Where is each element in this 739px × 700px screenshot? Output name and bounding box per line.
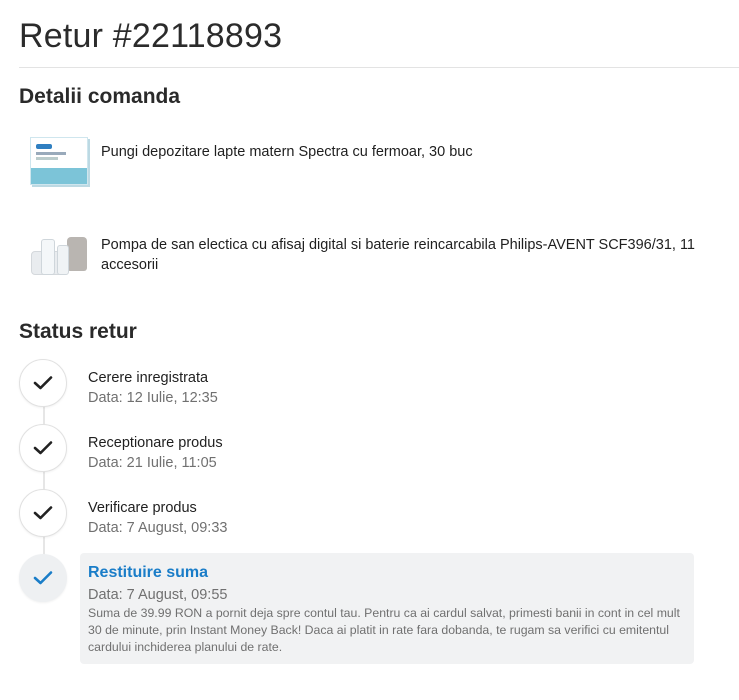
status-step: Cerere inregistrata Data: 12 Iulie, 12:3… [88, 368, 218, 408]
status-step: Verificare produs Data: 7 August, 09:33 [88, 498, 227, 538]
product-name[interactable]: Pompa de san electica cu afisaj digital … [101, 231, 711, 275]
status-step: Receptionare produs Data: 21 Iulie, 11:0… [88, 433, 223, 473]
step-date: Data: 7 August, 09:33 [88, 520, 228, 536]
return-status-heading: Status retur [19, 320, 137, 343]
check-icon [19, 359, 67, 407]
product-item[interactable]: Pompa de san electica cu afisaj digital … [19, 231, 719, 287]
spectra-box-image[interactable] [19, 133, 89, 189]
step-label: Receptionare produs [88, 435, 223, 451]
check-icon [19, 489, 67, 537]
step-label: Cerere inregistrata [88, 370, 209, 386]
breast-pump-image[interactable] [19, 231, 89, 287]
step-label: Verificare produs [88, 500, 197, 516]
page-title: Retur #22118893 [19, 17, 283, 55]
step-date: Data: 12 Iulie, 12:35 [88, 390, 218, 406]
check-icon [19, 424, 67, 472]
order-details-heading: Detalii comanda [19, 85, 181, 108]
product-name[interactable]: Pungi depozitare lapte matern Spectra cu… [101, 133, 711, 162]
title-divider [19, 67, 739, 68]
step-date: Data: 21 Iulie, 11:05 [88, 455, 217, 471]
check-icon [19, 554, 67, 602]
step-date: Data: 7 August, 09:55 [88, 587, 228, 603]
timeline-connector [43, 380, 45, 580]
product-item[interactable]: Pungi depozitare lapte matern Spectra cu… [19, 133, 719, 189]
active-status-panel: Restituire suma Data: 7 August, 09:55 Su… [80, 553, 694, 664]
refund-message: Suma de 39.99 RON a pornit deja spre con… [88, 606, 680, 654]
step-label: Restituire suma [88, 564, 209, 581]
